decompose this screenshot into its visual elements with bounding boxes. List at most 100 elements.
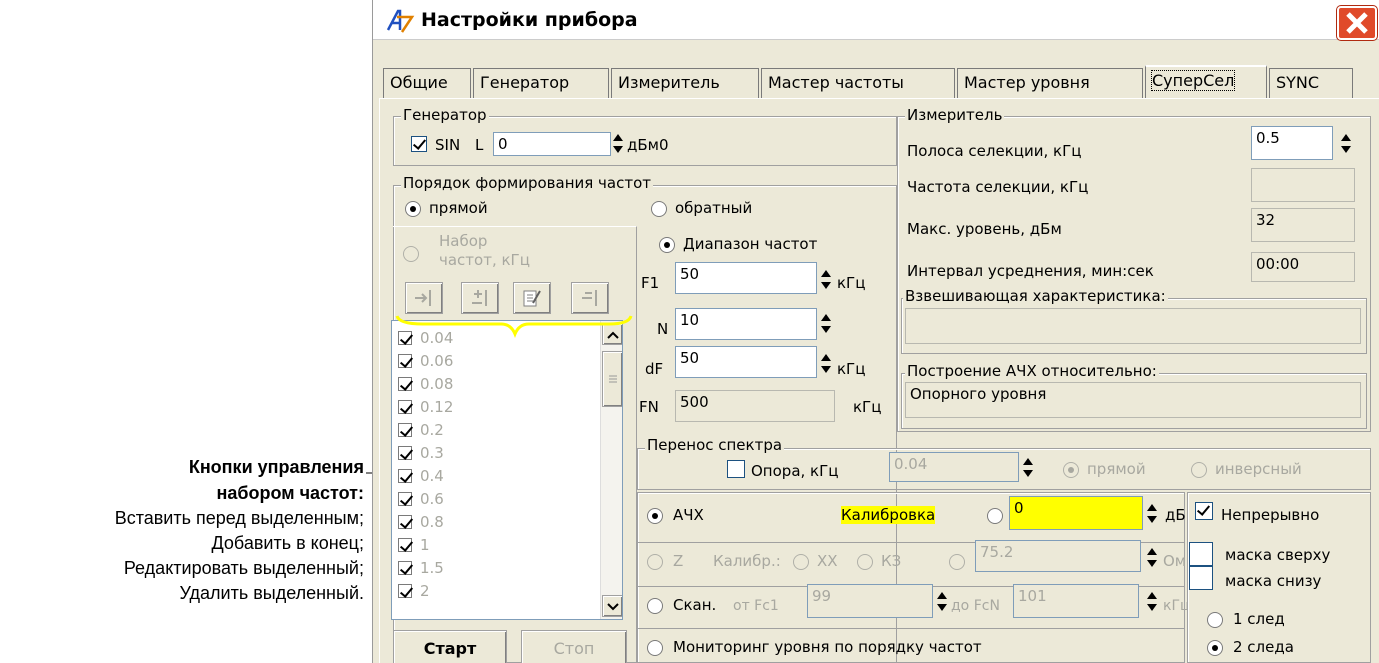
two-traces-label: 2 следа	[1233, 638, 1294, 656]
impedance-radio[interactable]	[949, 554, 965, 570]
scan-to-spinner[interactable]	[1145, 590, 1159, 614]
calibration-spinner[interactable]	[1145, 502, 1159, 526]
max-level-label: Макс. уровень, дБм	[907, 220, 1062, 238]
close-icon	[1346, 12, 1368, 34]
monitor-radio[interactable]	[647, 640, 663, 656]
item-checkbox[interactable]	[398, 538, 412, 552]
sin-checkbox[interactable]	[411, 136, 427, 152]
df-spinner[interactable]	[819, 352, 833, 376]
reference-freq-label: Опора, кГц	[751, 462, 839, 480]
item-checkbox[interactable]	[398, 423, 412, 437]
delete-button[interactable]	[571, 282, 609, 314]
mask-top-label: маска сверху	[1225, 546, 1331, 564]
edit-icon	[523, 290, 541, 307]
append-button[interactable]	[461, 282, 499, 314]
tab-frequency-master[interactable]: Мастер частоты	[761, 68, 955, 98]
order-reverse-label: обратный	[675, 199, 753, 217]
list-scrollbar[interactable]	[600, 321, 622, 619]
n-input[interactable]: 10	[675, 308, 817, 340]
close-button[interactable]	[1337, 6, 1377, 40]
impedance-spinner[interactable]	[1145, 546, 1159, 570]
item-checkbox[interactable]	[398, 515, 412, 529]
f1-spinner[interactable]	[819, 268, 833, 292]
item-checkbox[interactable]	[398, 400, 412, 414]
item-checkbox[interactable]	[398, 377, 412, 391]
z-radio[interactable]	[647, 554, 663, 570]
tab-meter[interactable]: Измеритель	[611, 68, 759, 98]
two-traces-radio[interactable]	[1207, 640, 1223, 656]
f1-input[interactable]: 50	[675, 262, 817, 294]
grip-icon	[608, 375, 617, 383]
start-button[interactable]: Старт	[393, 630, 507, 663]
item-value: 1.5	[420, 559, 444, 577]
range-radio[interactable]	[659, 237, 675, 253]
scan-from-spinner[interactable]	[935, 590, 949, 614]
scroll-thumb[interactable]	[602, 351, 622, 407]
mask-bottom-label: маска снизу	[1225, 572, 1322, 590]
short-circuit-radio[interactable]	[857, 554, 873, 570]
n-label: N	[657, 320, 669, 338]
scan-from-input[interactable]: 99	[807, 584, 933, 618]
range-label: Диапазон частот	[683, 235, 818, 253]
order-group-label: Порядок формирования частот	[401, 174, 653, 192]
tab-general[interactable]: Общие	[383, 68, 471, 98]
mask-top-checkbox[interactable]	[1189, 542, 1213, 566]
item-value: 0.2	[420, 421, 444, 439]
frequency-list[interactable]: 0.04 0.06 0.08 0.12 0.2 0.3 0.4 0.6 0.8 …	[391, 320, 623, 620]
f1-label: F1	[641, 274, 660, 292]
transfer-inverse-label: инверсный	[1215, 460, 1302, 478]
scan-to-input[interactable]: 101	[1013, 584, 1139, 618]
tab-level-master[interactable]: Мастер уровня	[957, 68, 1143, 98]
calib2-label: Калибр.:	[713, 552, 781, 570]
impedance-input[interactable]: 75.2	[975, 540, 1141, 572]
item-checkbox[interactable]	[398, 584, 412, 598]
title-bar: Настройки прибора	[373, 0, 1379, 40]
insert-icon	[415, 290, 431, 306]
chevron-down-icon	[606, 603, 619, 611]
tab-supersel[interactable]: СуперСел	[1145, 65, 1267, 98]
settings-window: Настройки прибора Общие Генератор Измери…	[372, 0, 1379, 663]
order-reverse-radio[interactable]	[651, 201, 667, 217]
bandwidth-label: Полоса селекции, кГц	[907, 142, 1082, 160]
afc-radio[interactable]	[647, 508, 663, 524]
transfer-direct-radio[interactable]	[1063, 462, 1079, 478]
generator-level-spinner[interactable]	[611, 132, 625, 156]
freqset-radio[interactable]	[403, 246, 419, 262]
impedance-unit: Ом	[1163, 552, 1187, 570]
reference-checkbox[interactable]	[727, 460, 745, 478]
item-value: 0.06	[420, 352, 454, 370]
bandwidth-input[interactable]: 0.5	[1251, 126, 1333, 160]
continuous-checkbox[interactable]	[1195, 502, 1213, 520]
reference-freq-input[interactable]: 0.04	[889, 452, 1019, 482]
afc-label: АЧХ	[673, 506, 704, 524]
df-input[interactable]: 50	[675, 346, 817, 378]
generator-level-input[interactable]: 0	[493, 132, 611, 156]
scan-to-label: до FcN	[951, 598, 1000, 614]
n-spinner[interactable]	[819, 312, 833, 336]
item-checkbox[interactable]	[398, 469, 412, 483]
bandwidth-spinner[interactable]	[1339, 132, 1353, 156]
edit-button[interactable]	[513, 282, 551, 314]
order-direct-radio[interactable]	[405, 201, 421, 217]
calibration-input[interactable]: 0	[1009, 496, 1143, 530]
item-value: 0.8	[420, 513, 444, 531]
tab-generator[interactable]: Генератор	[473, 68, 609, 98]
stop-button[interactable]: Стоп	[521, 630, 627, 663]
scroll-down-button[interactable]	[602, 595, 622, 617]
open-circuit-radio[interactable]	[793, 554, 809, 570]
calibration-label: Калибровка	[841, 506, 936, 524]
item-checkbox[interactable]	[398, 354, 412, 368]
insert-before-button[interactable]	[405, 282, 443, 314]
order-direct-label: прямой	[429, 199, 488, 217]
one-trace-radio[interactable]	[1207, 612, 1223, 628]
tab-sync[interactable]: SYNC	[1269, 68, 1353, 98]
transfer-inverse-radio[interactable]	[1191, 462, 1207, 478]
mask-bottom-checkbox[interactable]	[1189, 566, 1213, 590]
calibration-radio[interactable]	[987, 508, 1003, 524]
reference-freq-spinner[interactable]	[1021, 456, 1035, 480]
sin-label: SIN	[435, 136, 461, 154]
item-checkbox[interactable]	[398, 492, 412, 506]
item-checkbox[interactable]	[398, 561, 412, 575]
item-checkbox[interactable]	[398, 446, 412, 460]
scan-radio[interactable]	[647, 598, 663, 614]
